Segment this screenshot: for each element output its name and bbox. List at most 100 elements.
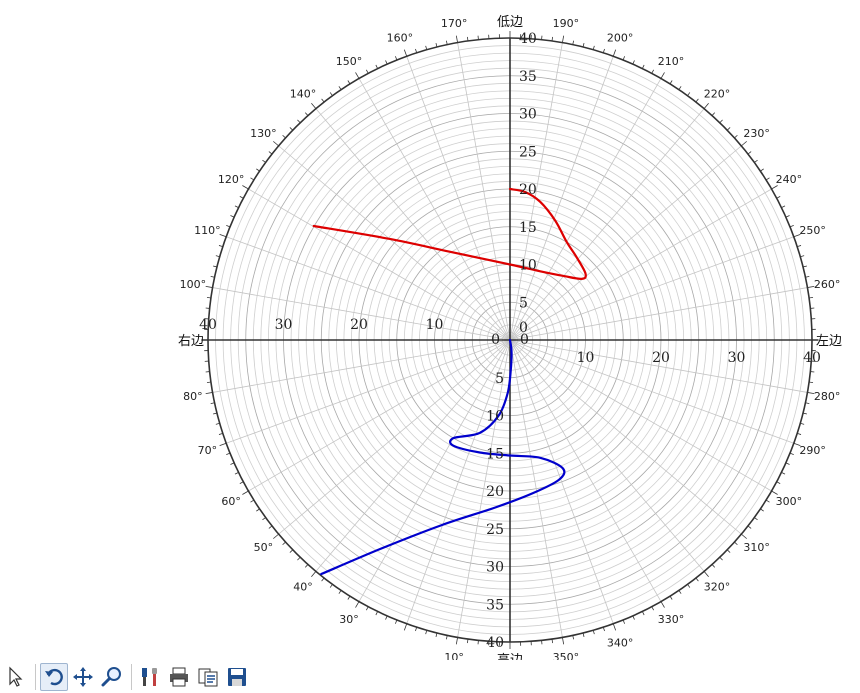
outer-tick — [273, 141, 279, 147]
radial-tick-label: 20 — [652, 350, 670, 366]
angle-label: 150° — [336, 55, 363, 68]
angle-label: 70° — [198, 444, 218, 457]
grid-spoke — [509, 339, 808, 393]
outer-tick — [385, 60, 388, 65]
angle-label: 40° — [293, 581, 313, 594]
outer-tick — [687, 584, 691, 588]
angle-label: 350° — [553, 651, 580, 660]
outer-tick — [282, 134, 286, 139]
pan-button[interactable] — [69, 663, 97, 691]
properties-button[interactable] — [136, 663, 164, 691]
outer-tick — [765, 177, 770, 181]
rotate-button[interactable] — [40, 663, 68, 691]
save-button[interactable] — [223, 663, 251, 691]
angle-label: 30° — [339, 613, 359, 626]
radial-tick-label: 30 — [275, 317, 293, 333]
radial-tick-label: 25 — [519, 144, 537, 160]
outer-tick — [695, 577, 699, 582]
outer-tick — [455, 35, 458, 43]
outer-tick — [760, 168, 764, 172]
angle-label: 320° — [704, 581, 731, 594]
outer-tick — [355, 601, 360, 608]
outer-tick — [425, 45, 428, 50]
direction-label: 左边 — [816, 334, 842, 349]
outer-tick — [282, 541, 286, 546]
outer-tick — [205, 285, 213, 288]
radial-tick-label: 20 — [486, 484, 504, 500]
outer-tick — [592, 45, 595, 50]
outer-tick — [289, 127, 294, 131]
outer-tick — [262, 159, 266, 163]
radial-tick-label: 30 — [519, 107, 537, 123]
outer-tick — [385, 615, 388, 620]
outer-tick — [726, 127, 731, 131]
outer-tick — [311, 571, 317, 577]
outer-tick — [776, 195, 781, 199]
outer-tick — [754, 517, 758, 521]
outer-tick — [425, 630, 428, 635]
outer-tick — [268, 151, 273, 155]
radial-tick-label: 40 — [486, 635, 504, 651]
angle-label: 80° — [183, 390, 203, 403]
angle-label: 310° — [743, 541, 770, 554]
zoom-button[interactable] — [98, 663, 126, 691]
outer-tick — [612, 623, 617, 631]
outer-tick — [239, 481, 244, 485]
toolbar — [0, 661, 860, 693]
radial-tick-label: 15 — [519, 220, 537, 236]
radial-tick-label: 15 — [486, 446, 504, 462]
angle-label: 280° — [814, 390, 841, 403]
outer-tick — [375, 611, 378, 616]
outer-tick — [347, 80, 351, 85]
outer-tick — [297, 556, 301, 561]
outer-tick — [651, 606, 655, 611]
angle-label: 260° — [814, 278, 841, 291]
outer-tick — [234, 205, 239, 208]
angle-label: 290° — [799, 444, 826, 457]
radial-tick-label: 10 — [486, 409, 504, 425]
outer-tick — [206, 297, 211, 299]
outer-tick — [719, 119, 723, 124]
outer-tick — [268, 525, 273, 529]
outer-tick — [741, 533, 747, 539]
outer-tick — [375, 64, 378, 69]
outer-tick — [205, 392, 213, 395]
outer-tick — [256, 168, 260, 172]
grid-spoke — [358, 78, 511, 341]
outer-tick — [669, 595, 673, 600]
outer-tick — [562, 637, 565, 645]
outer-tick — [726, 549, 731, 553]
angle-label: 240° — [776, 173, 803, 186]
print-button[interactable] — [165, 663, 193, 691]
radial-tick-label: 10 — [577, 350, 595, 366]
outer-tick — [678, 590, 682, 594]
outer-tick — [242, 490, 249, 495]
outer-tick — [365, 69, 369, 74]
outer-tick — [206, 381, 211, 383]
angle-label: 340° — [607, 637, 634, 650]
outer-tick — [765, 499, 770, 503]
grid-spoke — [248, 339, 511, 492]
radial-tick-label: 10 — [426, 317, 444, 333]
outer-tick — [669, 80, 673, 85]
outer-tick — [711, 564, 716, 568]
outer-tick — [660, 601, 665, 608]
outer-tick — [304, 564, 309, 568]
outer-tick — [215, 422, 220, 425]
pointer-button[interactable] — [2, 663, 30, 691]
radial-tick-label: 20 — [350, 317, 368, 333]
pan-icon — [73, 667, 93, 687]
radial-tick-label: 30 — [728, 350, 746, 366]
outer-tick — [695, 98, 699, 103]
series-1-line — [312, 187, 587, 280]
angle-label: 100° — [180, 278, 207, 291]
copy-button[interactable] — [194, 663, 222, 691]
outer-tick — [642, 611, 645, 616]
grid-spoke — [509, 339, 563, 638]
radial-tick-label: 5 — [495, 371, 504, 387]
angle-label: 160° — [387, 31, 414, 44]
grid-spoke — [457, 42, 511, 341]
outer-tick — [467, 639, 469, 644]
outer-tick — [403, 49, 408, 57]
radial-tick-label: 10 — [519, 258, 537, 274]
